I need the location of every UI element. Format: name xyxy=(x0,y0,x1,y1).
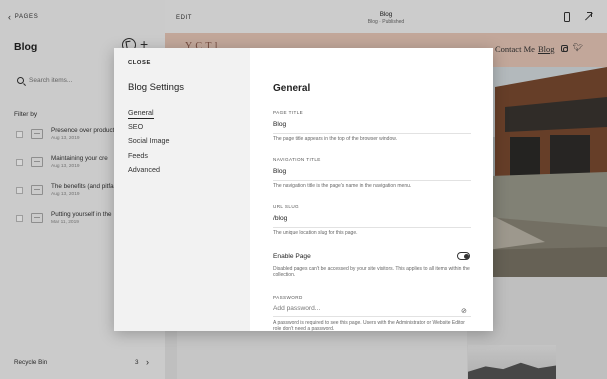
blog-settings-dialog: CLOSE Blog Settings General SEO Social I… xyxy=(114,48,493,331)
url-slug-help: The unique location slug for this page. xyxy=(273,230,358,236)
show-password-icon[interactable]: ⊘ xyxy=(461,307,467,315)
settings-content: General PAGE TITLE Blog The page title a… xyxy=(250,48,493,331)
section-title: General xyxy=(273,83,311,94)
divider xyxy=(273,133,471,134)
navigation-title-help: The navigation title is the page's name … xyxy=(273,183,412,189)
tab-feeds[interactable]: Feeds xyxy=(128,151,148,160)
password-help: A password is required to see this page.… xyxy=(273,320,465,331)
page-title-help: The page title appears in the top of the… xyxy=(273,136,397,142)
divider xyxy=(273,227,471,228)
page-title-field[interactable]: Blog xyxy=(273,121,286,128)
tab-seo[interactable]: SEO xyxy=(128,122,143,131)
tab-social-image[interactable]: Social Image xyxy=(128,136,170,145)
url-slug-field[interactable]: /blog xyxy=(273,215,287,222)
dialog-title: Blog Settings xyxy=(128,82,184,93)
tab-general[interactable]: General xyxy=(128,108,154,119)
close-button[interactable]: CLOSE xyxy=(128,60,151,66)
tab-advanced[interactable]: Advanced xyxy=(128,165,160,174)
password-field[interactable] xyxy=(273,305,448,312)
divider xyxy=(273,180,471,181)
url-slug-label: URL SLUG xyxy=(273,204,300,209)
enable-page-help: Disabled pages can't be accessed by your… xyxy=(273,266,470,279)
navigation-title-label: NAVIGATION TITLE xyxy=(273,157,321,162)
divider xyxy=(273,316,471,317)
settings-sidebar: CLOSE Blog Settings General SEO Social I… xyxy=(114,48,250,331)
enable-page-toggle[interactable] xyxy=(457,252,470,260)
page-title-label: PAGE TITLE xyxy=(273,110,304,115)
password-label: PASSWORD xyxy=(273,295,303,300)
enable-page-label: Enable Page xyxy=(273,253,311,260)
navigation-title-field[interactable]: Blog xyxy=(273,168,286,175)
